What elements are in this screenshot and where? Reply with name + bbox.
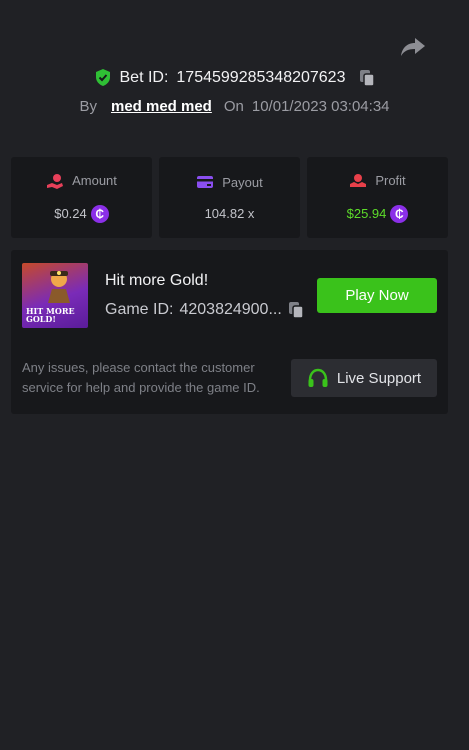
on-label: On <box>223 98 244 115</box>
payout-value: 104.82 x <box>204 206 255 221</box>
bet-stats: Amount $0.24 ₵ Payout 104.82 x Profit $2… <box>11 157 448 238</box>
game-card: HIT MORE GOLD! Hit more Gold! Game ID: 4… <box>11 250 448 414</box>
copy-icon[interactable] <box>359 69 376 87</box>
copy-icon[interactable] <box>288 301 304 319</box>
profit-stat: Profit $25.94 ₵ <box>307 157 448 238</box>
bet-id-value: 1754599285348207623 <box>176 68 346 86</box>
payout-stat: Payout 104.82 x <box>159 157 300 238</box>
game-id-value: 4203824900... <box>179 301 282 318</box>
payout-label: Payout <box>222 174 263 190</box>
amount-value: $0.24 <box>54 206 87 221</box>
hand-coins-icon <box>47 173 64 189</box>
bet-id-label: Bet ID: <box>119 68 169 86</box>
bet-meta-row: By med med med On 10/01/2023 03:04:34 <box>0 98 469 115</box>
miner-figure-icon <box>48 271 70 303</box>
game-id-row: Game ID: 4203824900... <box>105 301 304 319</box>
game-id-label: Game ID: <box>105 301 174 318</box>
amount-stat: Amount $0.24 ₵ <box>11 157 152 238</box>
username-link[interactable]: med med med <box>111 98 212 115</box>
amount-label: Amount <box>72 173 117 188</box>
coin-icon: ₵ <box>390 204 409 223</box>
headset-icon <box>308 368 328 387</box>
share-icon[interactable] <box>400 36 426 58</box>
card-icon <box>197 176 214 188</box>
thumbnail-title: HIT MORE GOLD! <box>26 306 75 324</box>
live-support-label: Live Support <box>336 369 422 387</box>
coin-icon: ₵ <box>90 204 109 223</box>
support-note: Any issues, please contact the customer … <box>22 360 260 395</box>
profit-label: Profit <box>375 173 406 188</box>
live-support-button[interactable]: Live Support <box>291 359 437 397</box>
play-now-button[interactable]: Play Now <box>317 278 437 313</box>
bet-datetime: 10/01/2023 03:04:34 <box>251 98 390 115</box>
by-label: By <box>79 98 97 115</box>
game-name: Hit more Gold! <box>105 272 209 289</box>
bet-id-row: Bet ID: 1754599285348207623 <box>0 68 469 87</box>
hand-money-icon <box>350 173 367 187</box>
shield-check-icon <box>95 69 110 86</box>
game-thumbnail[interactable]: HIT MORE GOLD! <box>22 263 88 328</box>
profit-value: $25.94 <box>346 206 387 221</box>
